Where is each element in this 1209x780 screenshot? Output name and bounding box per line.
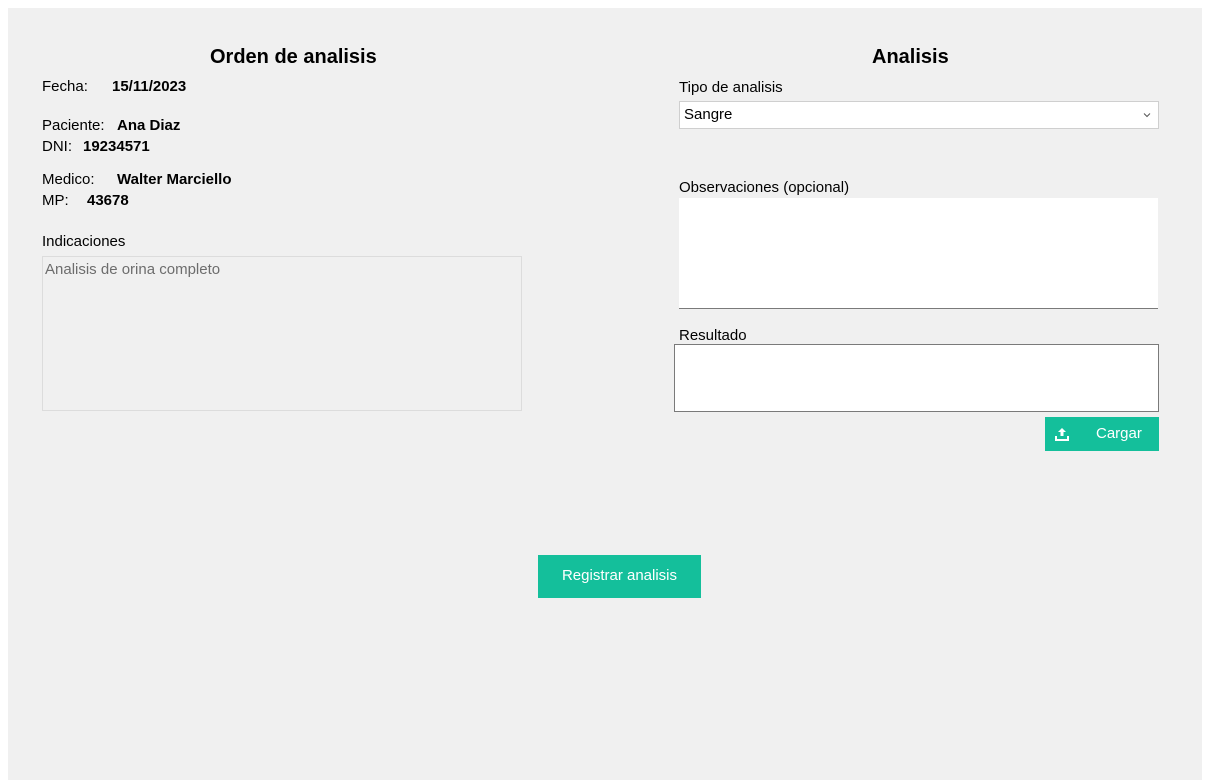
resultado-textarea[interactable]: [674, 344, 1159, 412]
resultado-label: Resultado: [679, 327, 747, 344]
indicaciones-label: Indicaciones: [42, 233, 126, 250]
tipo-analisis-select[interactable]: Sangre: [679, 101, 1159, 129]
fecha-value: 15/11/2023: [112, 78, 187, 95]
observaciones-textarea[interactable]: [679, 198, 1158, 309]
tipo-analisis-label: Tipo de analisis: [679, 79, 783, 96]
indicaciones-text: Analisis de orina completo: [45, 261, 221, 278]
paciente-value: Ana Diaz: [117, 117, 181, 134]
orden-title: Orden de analisis: [210, 46, 377, 68]
dni-label: DNI:: [42, 138, 72, 155]
fecha-label: Fecha:: [42, 78, 88, 95]
medico-value: Walter Marciello: [117, 171, 232, 188]
upload-icon: [1055, 428, 1069, 441]
mp-label: MP:: [42, 192, 69, 209]
dni-value: 19234571: [83, 138, 150, 155]
registrar-analisis-label: Registrar analisis: [561, 567, 678, 584]
registrar-analisis-button[interactable]: Registrar analisis: [538, 555, 701, 598]
medico-label: Medico:: [42, 171, 95, 188]
tipo-analisis-value: Sangre: [684, 106, 733, 123]
analisis-title: Analisis: [872, 46, 949, 68]
cargar-button-label: Cargar: [1096, 425, 1142, 442]
paciente-label: Paciente:: [42, 117, 105, 134]
mp-value: 43678: [87, 192, 129, 209]
indicaciones-textbox: Analisis de orina completo: [42, 256, 522, 411]
observaciones-label: Observaciones (opcional): [679, 179, 850, 196]
chevron-down-icon[interactable]: [1142, 110, 1152, 120]
analysis-form-window: Orden de analisis Fecha: 15/11/2023 Paci…: [8, 8, 1202, 780]
cargar-button[interactable]: Cargar: [1045, 417, 1159, 451]
